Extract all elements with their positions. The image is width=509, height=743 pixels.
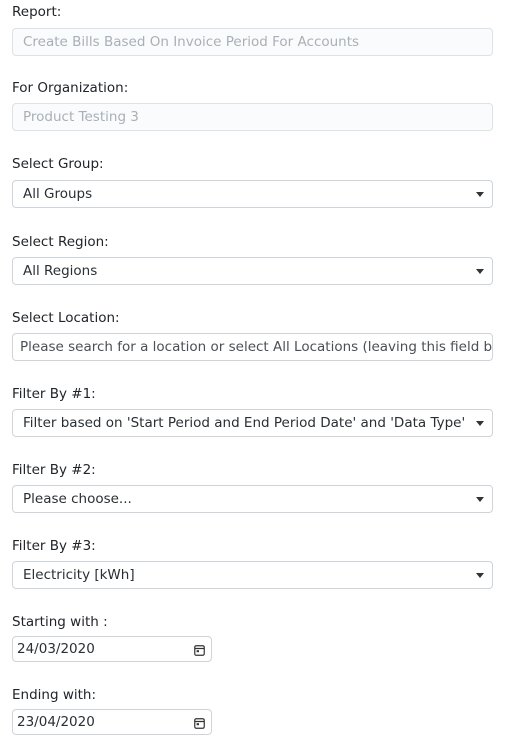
location-search-input[interactable]: Please search for a location or select A… — [12, 333, 493, 361]
calendar-icon[interactable] — [194, 717, 205, 729]
group-select-value: All Groups — [23, 186, 93, 202]
chevron-down-icon — [476, 269, 484, 274]
filter1-label: Filter By #1: — [12, 386, 96, 402]
start-date-value: 24/03/2020 — [17, 641, 95, 657]
organization-label: For Organization: — [12, 80, 129, 96]
filter1-select[interactable]: Filter based on 'Start Period and End Pe… — [12, 409, 493, 437]
chevron-down-icon — [476, 192, 484, 197]
report-field: Create Bills Based On Invoice Period For… — [12, 28, 493, 56]
filter3-select[interactable]: Electricity [kWh] — [12, 561, 493, 589]
end-date-input[interactable]: 23/04/2020 — [12, 709, 212, 735]
chevron-down-icon — [476, 497, 484, 502]
location-search-placeholder: Please search for a location or select A… — [20, 339, 493, 355]
group-label: Select Group: — [12, 156, 104, 172]
organization-field: Product Testing 3 — [12, 103, 493, 131]
location-label: Select Location: — [12, 310, 120, 326]
end-date-value: 23/04/2020 — [17, 714, 95, 730]
region-label: Select Region: — [12, 234, 109, 250]
filter2-select[interactable]: Please choose... — [12, 485, 493, 513]
region-select-value: All Regions — [23, 263, 98, 279]
chevron-down-icon — [476, 421, 484, 426]
report-label: Report: — [12, 4, 62, 20]
chevron-down-icon — [476, 573, 484, 578]
end-date-label: Ending with: — [12, 687, 97, 703]
start-date-label: Starting with : — [12, 614, 108, 630]
filter2-label: Filter By #2: — [12, 462, 96, 478]
filter3-label: Filter By #3: — [12, 538, 96, 554]
group-select[interactable]: All Groups — [12, 180, 493, 208]
start-date-input[interactable]: 24/03/2020 — [12, 636, 212, 662]
region-select[interactable]: All Regions — [12, 257, 493, 285]
calendar-icon[interactable] — [194, 644, 205, 656]
filter2-select-value: Please choose... — [23, 491, 132, 507]
filter3-select-value: Electricity [kWh] — [23, 567, 135, 583]
filter1-select-value: Filter based on 'Start Period and End Pe… — [23, 415, 466, 431]
